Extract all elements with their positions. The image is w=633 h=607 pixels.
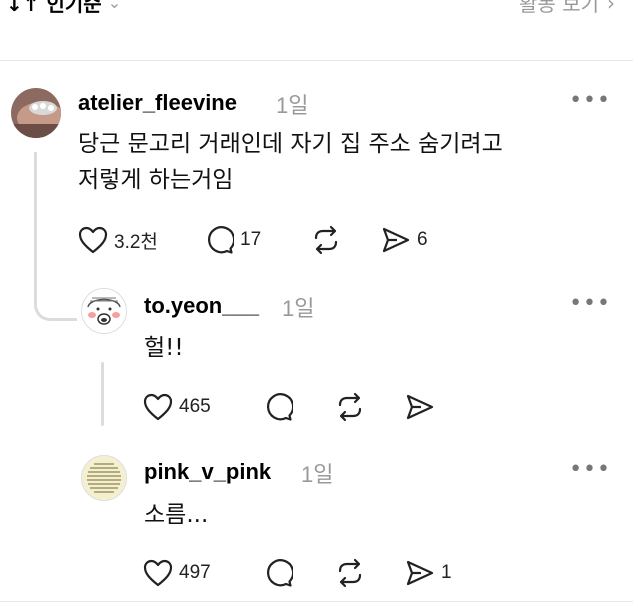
like-button[interactable]: 3.2천 (78, 226, 204, 254)
repost-icon (338, 392, 362, 422)
send-icon (406, 560, 434, 586)
send-icon (406, 394, 434, 420)
timestamp: 1일 (282, 296, 315, 321)
comment-icon (267, 559, 293, 587)
share-button[interactable] (405, 392, 435, 422)
thread-line (101, 362, 104, 426)
comment-icon (267, 393, 293, 421)
divider (0, 601, 633, 602)
timestamp: 1일 (276, 93, 309, 118)
more-options-icon[interactable]: ••• (569, 457, 611, 482)
top-bar: ↓↑ 인기순 ⌄ 활동 보기 › (0, 0, 633, 61)
reply-button[interactable]: 17 (204, 225, 311, 255)
thread-line (34, 152, 77, 321)
repost-icon (338, 558, 362, 588)
activity-label: 활동 보기 (519, 0, 599, 16)
comment-text: 저렇게 하는거임 (78, 167, 234, 193)
heart-icon (143, 393, 173, 421)
reply-button[interactable] (263, 558, 335, 588)
more-options-icon[interactable]: ••• (569, 88, 611, 113)
action-bar: 497 1 (143, 558, 452, 588)
reply-count: 17 (240, 229, 262, 250)
username[interactable]: atelier_fleevine (78, 90, 237, 116)
chevron-down-icon: ⌄ (107, 0, 122, 12)
timestamp: 1일 (301, 462, 334, 487)
like-button[interactable]: 497 (143, 559, 263, 587)
avatar[interactable] (81, 455, 127, 501)
action-bar: 465 (143, 392, 435, 422)
reply-button[interactable] (263, 392, 335, 422)
comment-text: 당근 문고리 거래인데 자기 집 주소 숨기려고 (78, 131, 503, 157)
reply-text: 소름... (144, 502, 209, 528)
repost-button[interactable] (335, 392, 405, 422)
like-button[interactable]: 465 (143, 393, 263, 421)
sort-label: ↓↑ 인기순 (6, 0, 102, 16)
username[interactable]: to.yeon___ (144, 293, 259, 319)
reply-text: 헐!! (144, 335, 184, 361)
action-bar: 3.2천 17 6 (78, 225, 428, 255)
view-activity-link[interactable]: 활동 보기 › (519, 0, 615, 17)
share-button[interactable]: 6 (381, 225, 428, 255)
share-count: 6 (417, 229, 428, 250)
repost-button[interactable] (335, 558, 405, 588)
heart-icon (143, 559, 173, 587)
avatar[interactable] (11, 88, 61, 138)
sort-dropdown[interactable]: ↓↑ 인기순 ⌄ (6, 0, 121, 17)
chevron-right-icon: › (607, 0, 615, 15)
more-options-icon[interactable]: ••• (569, 291, 611, 316)
comment-icon (208, 226, 234, 254)
repost-button[interactable] (311, 225, 381, 255)
repost-icon (314, 225, 338, 255)
send-icon (382, 227, 410, 253)
share-button[interactable]: 1 (405, 558, 452, 588)
share-count: 1 (441, 562, 452, 583)
username[interactable]: pink_v_pink (144, 459, 271, 485)
like-count: 3.2천 (114, 231, 158, 253)
heart-icon (78, 226, 108, 254)
like-count: 465 (179, 396, 211, 417)
avatar[interactable] (81, 288, 127, 334)
like-count: 497 (179, 562, 211, 583)
